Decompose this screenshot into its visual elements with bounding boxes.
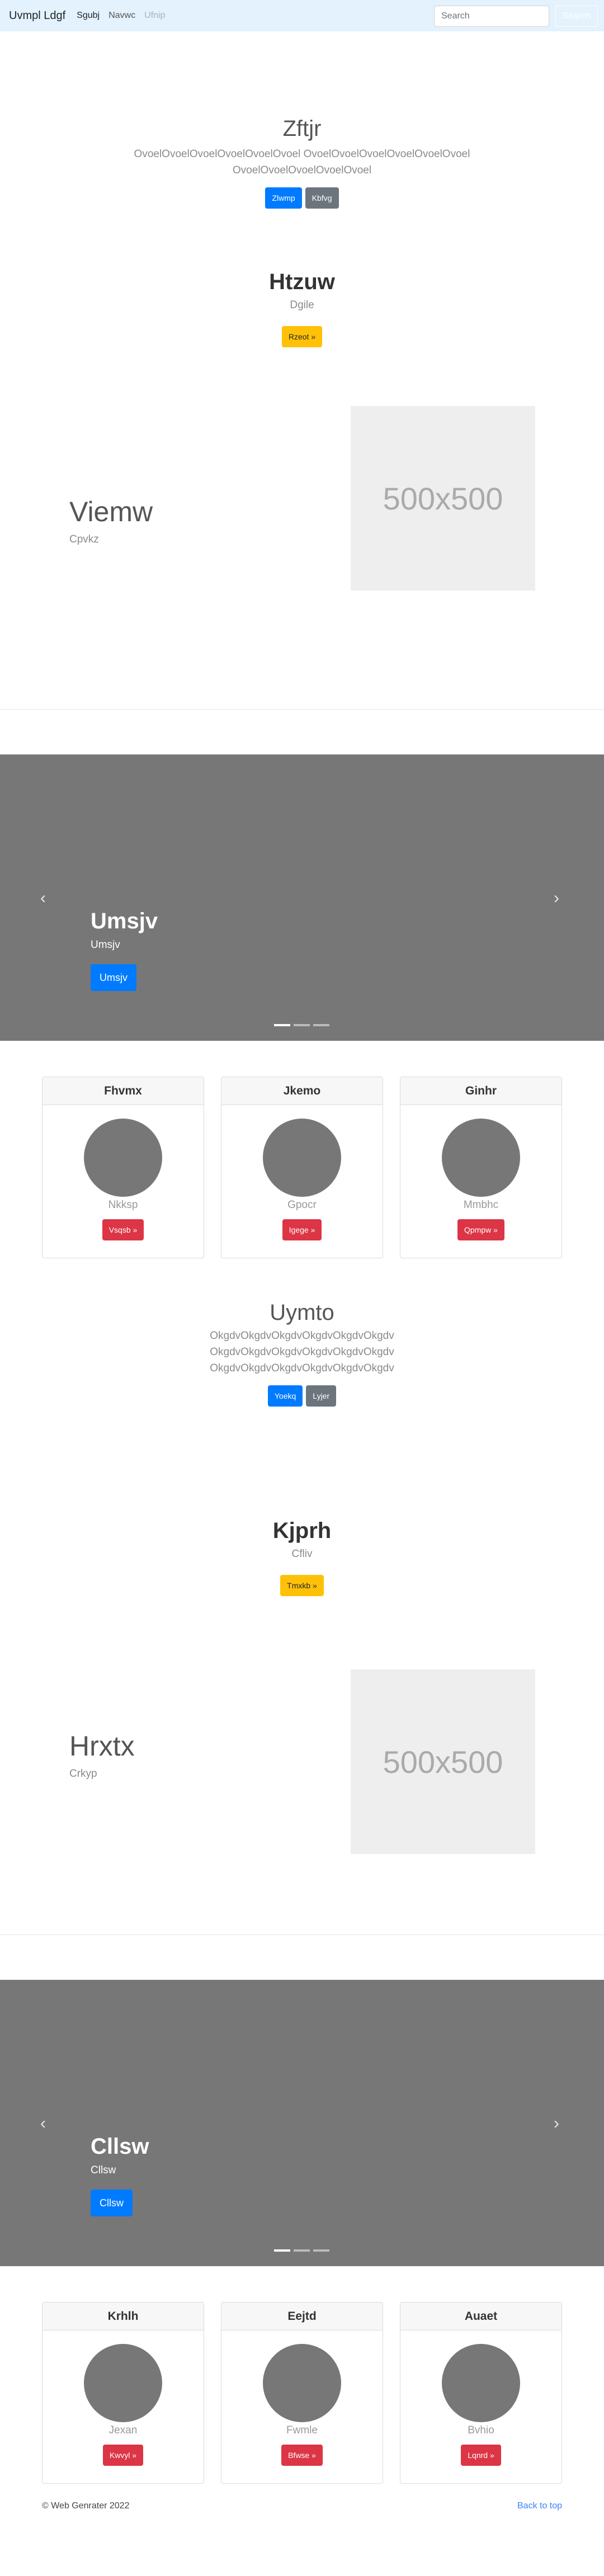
profile-card: Krhlh Jexan Kwvyl »	[42, 2302, 204, 2484]
card-row: Fhvmx Nkksp Vsqsb » Jkemo Gpocr Igege » …	[0, 1077, 604, 1295]
card-name: Mmbhc	[463, 1199, 499, 1211]
avatar	[263, 2344, 341, 2422]
card-button[interactable]: Bfwse »	[281, 2445, 323, 2466]
nav-link-1[interactable]: Sgubj	[77, 11, 100, 21]
feature-button[interactable]: Tmxkb »	[280, 1575, 324, 1596]
hero-buttons: Zlwmp Kbfvg	[0, 187, 604, 209]
placeholder-image: 500x500	[351, 406, 535, 591]
hero-section: Zftjr OvoelOvoelOvoelOvoelOvoelOvoel Ovo…	[0, 31, 604, 238]
avatar	[263, 1119, 341, 1197]
navbar: Uvmpl Ldgf Sgubj Navwc Ufnip Search Sear…	[0, 0, 604, 31]
carousel-1: ‹ › Umsjv Umsjv Umsjv	[0, 754, 604, 1041]
nav-link-3[interactable]: Ufnip	[144, 11, 165, 21]
chevron-right-icon[interactable]: ›	[554, 889, 559, 908]
profile-card: Jkemo Gpocr Igege »	[221, 1077, 383, 1258]
copyright-text: © Web Genrater 2022	[42, 2501, 130, 2511]
avatar	[84, 1119, 162, 1197]
text-section-buttons: Yoekq Lyjer	[0, 1385, 604, 1407]
carousel-button[interactable]: Umsjv	[91, 964, 136, 991]
feature-subtitle: Dgile	[290, 299, 314, 311]
chevron-left-icon[interactable]: ‹	[40, 2114, 46, 2133]
carousel-indicators	[274, 1024, 329, 1026]
card-header: Jkemo	[221, 1077, 383, 1105]
split-section-1: Viemw Cpvkz 500x500	[0, 406, 604, 709]
carousel-indicator[interactable]	[294, 1024, 310, 1026]
footer: © Web Genrater 2022 Back to top	[0, 2492, 604, 2531]
search-button[interactable]: Search	[555, 6, 598, 27]
card-name: Jexan	[108, 2424, 138, 2436]
feature-button[interactable]: Rzeot »	[281, 326, 323, 347]
card-header: Eejtd	[221, 2303, 383, 2330]
card-header: Krhlh	[43, 2303, 204, 2330]
carousel-indicator[interactable]	[274, 1024, 290, 1026]
hero-title: Zftjr	[282, 116, 322, 141]
carousel-indicator[interactable]	[294, 2249, 310, 2252]
avatar	[84, 2344, 162, 2422]
search-input[interactable]: Search	[434, 6, 549, 27]
card-header: Fhvmx	[43, 1077, 204, 1105]
card-button[interactable]: Kwvyl »	[102, 2445, 144, 2466]
card-button[interactable]: Vsqsb »	[102, 1219, 144, 1240]
back-to-top-link[interactable]: Back to top	[517, 2501, 562, 2511]
text-section-primary-button[interactable]: Yoekq	[267, 1385, 303, 1407]
hero-secondary-button[interactable]: Kbfvg	[305, 187, 339, 209]
feature-section-1: Htzuw Dgile Rzeot »	[0, 238, 604, 406]
carousel-2: ‹ › Cllsw Cllsw Cllsw	[0, 1980, 604, 2266]
carousel-indicator[interactable]	[274, 2249, 290, 2252]
carousel-caption: Cllsw	[91, 2164, 116, 2176]
hero-text-line2: OvoelOvoelOvoelOvoelOvoel	[232, 164, 372, 176]
carousel-title: Umsjv	[91, 909, 158, 933]
carousel-indicator[interactable]	[313, 1024, 329, 1026]
split-section-2: Hrxtx Crkyp 500x500	[0, 1669, 604, 1935]
card-button[interactable]: Igege »	[282, 1219, 322, 1240]
split-title: Hrxtx	[69, 1730, 135, 1762]
split-title: Viemw	[69, 496, 153, 527]
profile-card: Fhvmx Nkksp Vsqsb »	[42, 1077, 204, 1258]
text-section: Uymto OkgdvOkgdvOkgdvOkgdvOkgdvOkgdv Okg…	[0, 1295, 604, 1518]
navbar-brand[interactable]: Uvmpl Ldgf	[9, 10, 65, 22]
chevron-right-icon[interactable]: ›	[554, 2114, 559, 2133]
card-header: Ginhr	[400, 1077, 561, 1105]
feature-title: Kjprh	[272, 1518, 332, 1543]
hero-primary-button[interactable]: Zlwmp	[265, 187, 302, 209]
text-section-title: Uymto	[270, 1300, 334, 1325]
carousel-button[interactable]: Cllsw	[91, 2190, 133, 2216]
cards-section-1: Fhvmx Nkksp Vsqsb » Jkemo Gpocr Igege » …	[0, 1041, 604, 1295]
card-name: Fwmle	[286, 2424, 318, 2436]
text-line: OkgdvOkgdvOkgdvOkgdvOkgdvOkgdv	[210, 1362, 394, 1374]
card-header: Auaet	[400, 2303, 561, 2330]
profile-card: Eejtd Fwmle Bfwse »	[221, 2302, 383, 2484]
feature-subtitle: Cfliv	[291, 1548, 313, 1560]
avatar	[442, 2344, 520, 2422]
text-line: OkgdvOkgdvOkgdvOkgdvOkgdvOkgdv	[210, 1346, 394, 1358]
split-subtitle: Cpvkz	[69, 534, 99, 545]
cards-section-2: Krhlh Jexan Kwvyl » Eejtd Fwmle Bfwse » …	[0, 2266, 604, 2492]
hero-text-line1: OvoelOvoelOvoelOvoelOvoelOvoel OvoelOvoe…	[134, 148, 470, 160]
card-name: Bvhio	[468, 2424, 494, 2436]
avatar	[442, 1119, 520, 1197]
text-line: OkgdvOkgdvOkgdvOkgdvOkgdvOkgdv	[210, 1330, 394, 1342]
carousel-indicators	[274, 2249, 329, 2252]
placeholder-image: 500x500	[351, 1669, 535, 1854]
profile-card: Auaet Bvhio Lqnrd »	[400, 2302, 562, 2484]
split-subtitle: Crkyp	[69, 1768, 97, 1780]
section-divider	[0, 709, 604, 710]
card-name: Gpocr	[287, 1199, 317, 1211]
profile-card: Ginhr Mmbhc Qpmpw »	[400, 1077, 562, 1258]
chevron-left-icon[interactable]: ‹	[40, 889, 46, 908]
nav-link-2[interactable]: Navwc	[108, 11, 135, 21]
carousel-caption: Umsjv	[91, 939, 120, 951]
feature-section-2: Kjprh Cfliv Tmxkb »	[0, 1518, 604, 1669]
card-button[interactable]: Lqnrd »	[461, 2445, 501, 2466]
card-button[interactable]: Qpmpw »	[457, 1219, 504, 1240]
feature-title: Htzuw	[269, 270, 335, 294]
carousel-indicator[interactable]	[313, 2249, 329, 2252]
card-row: Krhlh Jexan Kwvyl » Eejtd Fwmle Bfwse » …	[0, 2302, 604, 2492]
text-section-secondary-button[interactable]: Lyjer	[306, 1385, 337, 1407]
card-name: Nkksp	[108, 1199, 138, 1211]
carousel-title: Cllsw	[91, 2134, 149, 2159]
